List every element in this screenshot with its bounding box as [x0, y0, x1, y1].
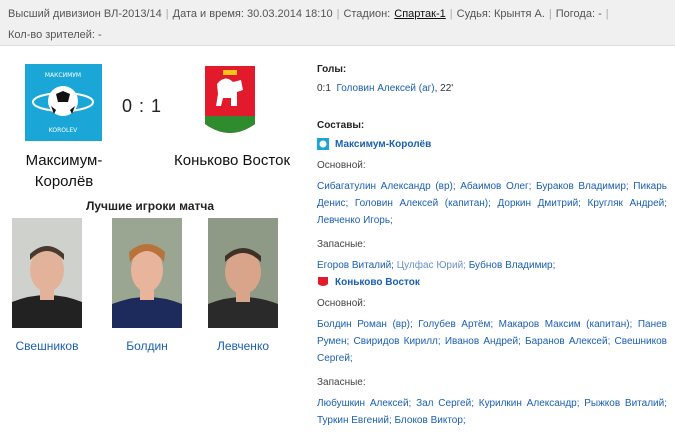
home-team-mini-logo-icon [317, 138, 329, 150]
lineup-home-subs[interactable]: Егоров Виталий; Цулфас Юрий; Бубнов Влад… [317, 257, 667, 274]
best-player-card[interactable]: Свешников [8, 218, 86, 353]
best-player-card[interactable]: Болдин [108, 218, 186, 353]
lineup-home-team-name[interactable]: Максимум-Королёв [335, 139, 431, 150]
stadium-label: Стадион: [343, 8, 391, 20]
best-player-name[interactable]: Болдин [108, 339, 186, 353]
player-photo [112, 218, 182, 328]
lineup-away-header[interactable]: Коньково Восток [317, 276, 667, 288]
home-team-logo[interactable]: МАКСИМУМ KOROLEV [25, 64, 102, 141]
separator: | [165, 8, 169, 20]
weather-text: Погода: - [555, 8, 602, 20]
lineups-title: Составы: [317, 120, 365, 131]
goal-minute: , 22' [434, 83, 454, 94]
home-team-name-line2: Королёв [34, 173, 94, 190]
logo-text-top: МАКСИМУМ [45, 72, 81, 79]
separator: | [449, 8, 453, 20]
lineup-subs-label: Запасные: [317, 377, 366, 388]
lineup-main-label: Основной: [317, 160, 366, 171]
goals-title: Голы: [317, 64, 347, 75]
home-team-name-line1: Максимум- [25, 152, 103, 169]
best-players-title: Лучшие игроки матча [85, 199, 215, 213]
sub-player-link[interactable]: Егоров Виталий; [317, 260, 394, 271]
division-text: Высший дивизион ВЛ-2013/14 [8, 8, 162, 20]
goal-score: 0:1 [317, 83, 331, 94]
player-photo [12, 218, 82, 328]
match-details: Голы: 0:1 Головин Алексей (аг), 22' Сост… [317, 64, 667, 429]
separator: | [605, 8, 609, 20]
datetime-text: Дата и время: 30.03.2014 18:10 [172, 8, 333, 20]
referee-text: Судья: Крынтя А. [456, 8, 545, 20]
match-score: 0 : 1 [122, 96, 163, 116]
lineup-away-main[interactable]: Болдин Роман (вр); Голубев Артём; Макаро… [317, 316, 667, 367]
lineup-home-main[interactable]: Сибагатулин Александр (вр); Абаимов Олег… [317, 178, 667, 229]
goal-scorer-link[interactable]: Головин Алексей (аг) [336, 83, 434, 94]
home-team-name[interactable]: Максимум- Королёв [8, 150, 120, 192]
attendance-text: Кол-во зрителей: - [8, 29, 102, 41]
away-team-logo[interactable] [203, 64, 257, 140]
best-player-name[interactable]: Свешников [8, 339, 86, 353]
away-team-name[interactable]: Коньково Восток [170, 150, 294, 171]
sub-player-link[interactable]: Цулфас Юрий; [397, 260, 466, 271]
separator: | [548, 8, 552, 20]
lineup-subs-label: Запасные: [317, 239, 366, 250]
lineup-main-label: Основной: [317, 298, 366, 309]
player-photo [208, 218, 278, 328]
match-info-bar: Высший дивизион ВЛ-2013/14 | Дата и врем… [0, 0, 675, 46]
logo-text-bottom: KOROLEV [49, 127, 78, 134]
lineup-away-team-name[interactable]: Коньково Восток [335, 277, 420, 288]
separator: | [336, 8, 340, 20]
stadium-link[interactable]: Спартак-1 [394, 8, 446, 20]
away-team-mini-logo-icon [318, 277, 328, 286]
lineup-home-header[interactable]: Максимум-Королёв [317, 138, 667, 150]
best-player-card[interactable]: Левченко [204, 218, 282, 353]
lineup-away-subs[interactable]: Любушкин Алексей; Зал Сергей; Курилкин А… [317, 395, 667, 429]
goal-item: 0:1 Головин Алексей (аг), 22' [317, 83, 667, 94]
best-player-name[interactable]: Левченко [204, 339, 282, 353]
sub-player-link[interactable]: Бубнов Владимир; [469, 260, 556, 271]
